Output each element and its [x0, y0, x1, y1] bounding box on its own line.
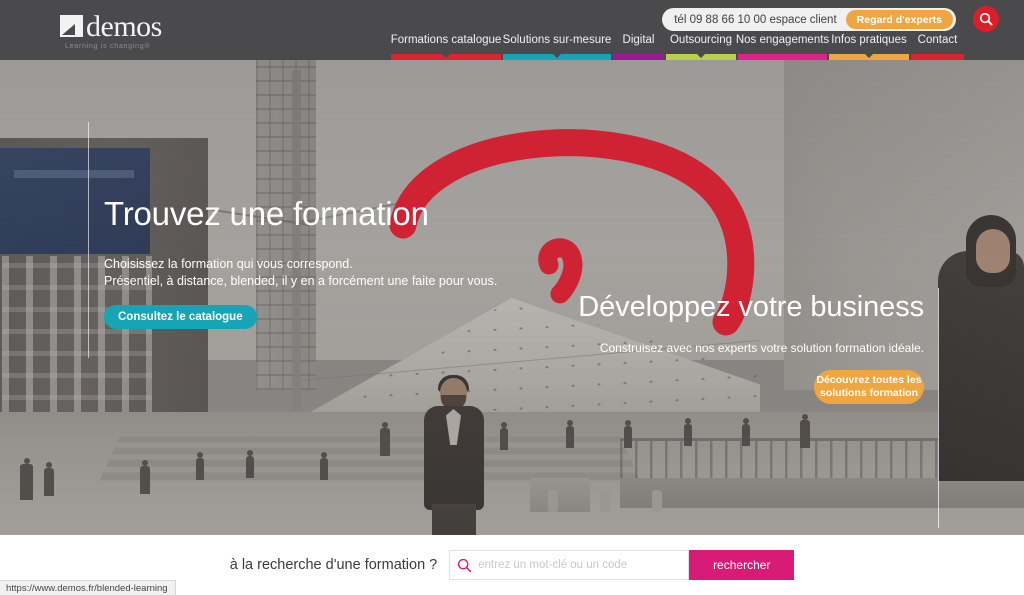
nav-item-outsourcing[interactable]: Outsourcing	[665, 33, 737, 60]
nav-item-underline	[829, 54, 909, 60]
phone-espace-client-link[interactable]: tél 09 88 66 10 00 espace client	[674, 14, 836, 26]
search-icon	[457, 558, 471, 572]
nav-item-underline	[391, 54, 501, 60]
search-field-wrapper	[449, 550, 690, 580]
search-icon	[979, 12, 993, 26]
site-header: demos Learning is changing® tél 09 88 66…	[0, 0, 1024, 60]
discover-solutions-line-1: Découvrez toutes les	[816, 374, 922, 386]
status-url: https://www.demos.fr/blended-learning	[6, 582, 168, 594]
search-field-icon	[450, 558, 478, 573]
demos-logo-mark-icon	[60, 15, 83, 37]
regard-experts-button[interactable]: Regard d'experts	[845, 10, 953, 29]
search-prompt-label: à la recherche d'une formation ?	[229, 557, 438, 573]
hero-guide-line-right	[938, 288, 939, 528]
discover-solutions-line-2: solutions formation	[820, 387, 918, 399]
hero-panel-left: Trouvez une formation Choisissez la form…	[104, 195, 534, 329]
header-search-button[interactable]	[973, 6, 999, 32]
hero-right-title: Développez votre business	[578, 291, 924, 323]
nav-item-infos-pratiques[interactable]: Infos pratiques	[828, 33, 910, 60]
demos-logo[interactable]: demos Learning is changing®	[60, 10, 170, 50]
nav-item-label: Nos engagements	[735, 34, 830, 46]
main-navigation: Formations catalogue Solutions sur-mesure…	[390, 33, 965, 60]
hero-left-subtitle-2: Présentiel, à distance, blended, il y en…	[104, 274, 498, 288]
discover-solutions-button[interactable]: Découvrez toutes les solutions formation	[814, 370, 924, 404]
nav-item-label: Digital	[622, 34, 655, 46]
nav-item-label: Infos pratiques	[831, 34, 907, 46]
hero-guide-line-left	[88, 122, 89, 358]
utility-bar: tél 09 88 66 10 00 espace client Regard …	[662, 8, 956, 31]
hero-left-title: Trouvez une formation	[104, 195, 429, 232]
nav-item-formations-catalogue[interactable]: Formations catalogue	[390, 33, 502, 60]
nav-item-label: Solutions sur-mesure	[502, 34, 612, 46]
nav-item-label: Formations catalogue	[390, 34, 502, 46]
search-input[interactable]	[478, 551, 689, 579]
browser-status-bar: https://www.demos.fr/blended-learning	[0, 580, 176, 595]
rechercher-button[interactable]: rechercher	[689, 550, 795, 580]
hero-panel-right: Développez votre business Construisez av…	[520, 290, 924, 404]
nav-item-nos-engagements[interactable]: Nos engagements	[735, 33, 830, 60]
nav-item-underline	[738, 54, 827, 60]
hero-left-subtitle-1: Choisissez la formation qui vous corresp…	[104, 257, 353, 271]
nav-item-digital[interactable]: Digital	[612, 33, 665, 60]
nav-item-underline	[503, 54, 611, 60]
hero-banner: Trouvez une formation Choisissez la form…	[0, 60, 1024, 535]
hero-right-subtitle: Construisez avec nos experts votre solut…	[599, 341, 924, 355]
nav-item-underline	[911, 54, 964, 60]
logo-tagline: Learning is changing®	[65, 41, 151, 50]
logo-wordmark: demos	[86, 10, 162, 43]
consult-catalogue-button[interactable]: Consultez le catalogue	[104, 305, 257, 329]
nav-item-label: Contact	[917, 34, 958, 46]
nav-item-contact[interactable]: Contact	[910, 33, 965, 60]
nav-item-label: Outsourcing	[669, 34, 732, 46]
nav-item-underline	[613, 54, 664, 60]
nav-item-underline	[666, 54, 736, 60]
nav-item-solutions-sur-mesure[interactable]: Solutions sur-mesure	[502, 33, 612, 60]
